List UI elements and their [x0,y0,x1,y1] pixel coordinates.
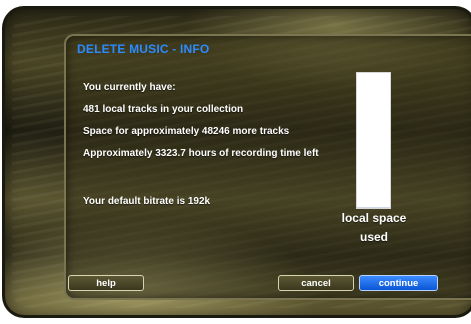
storage-meter-used-fill [357,206,390,208]
info-line-space-tracks: Space for approximately 48246 more track… [83,126,290,137]
continue-button[interactable]: continue [359,275,438,291]
storage-meter [356,72,391,209]
dialog-title: DELETE MUSIC - INFO [77,42,210,56]
info-line-recording-time: Approximately 3323.7 hours of recording … [83,148,319,159]
storage-meter-caption: local space used [326,209,422,247]
help-button[interactable]: help [68,275,144,291]
dialog-panel [64,34,471,300]
storage-meter-caption-line2: used [359,230,388,244]
info-line-bitrate: Your default bitrate is 192k [83,196,211,207]
storage-meter-caption-line1: local space [341,211,407,225]
info-line-current: You currently have: [83,82,176,93]
cancel-button[interactable]: cancel [278,275,354,291]
info-line-local-tracks: 481 local tracks in your collection [83,104,244,115]
